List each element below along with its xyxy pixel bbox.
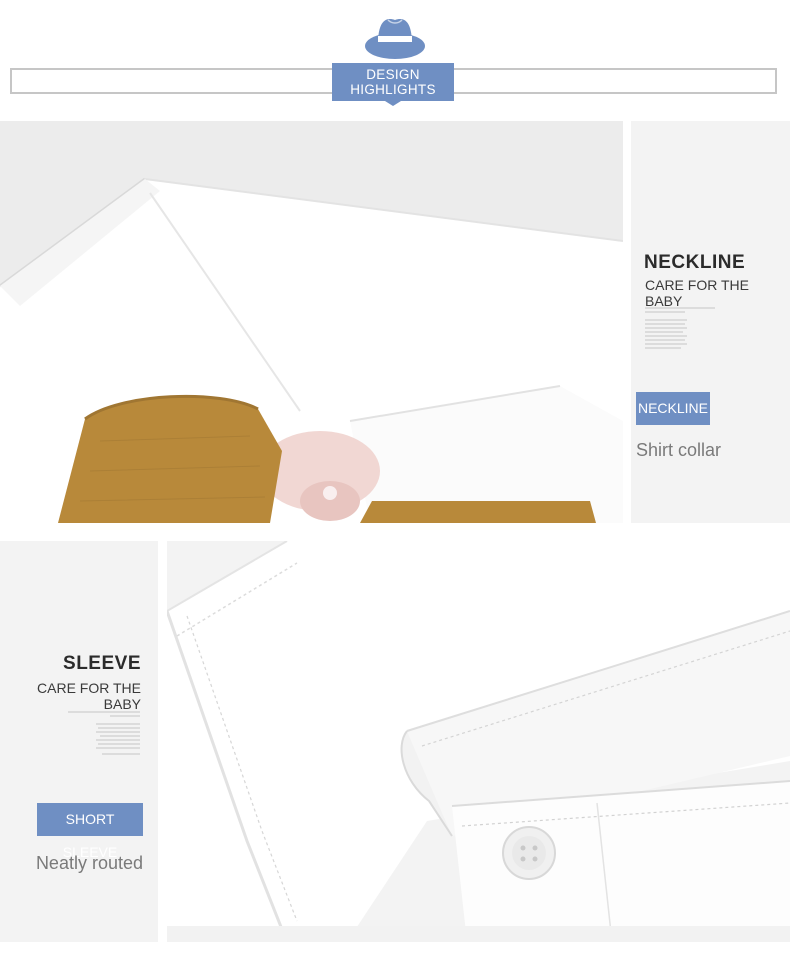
sleeve-illustration xyxy=(167,541,790,942)
neckline-subtitle: CARE FOR THE BABY xyxy=(645,277,749,309)
sleeve-tag: SHORT SLEEVE xyxy=(37,803,143,860)
neckline-title: NECKLINE xyxy=(644,252,746,273)
badge-line-1: DESIGN xyxy=(366,67,420,82)
sleeve-subtitle: CARE FOR THE BABY xyxy=(37,680,141,712)
sleeve-fine-print xyxy=(68,711,140,755)
neckline-photo xyxy=(0,121,623,523)
badge-notch xyxy=(385,101,401,106)
sleeve-description: Neatly routed xyxy=(35,853,143,873)
sleeve-photo xyxy=(167,541,790,942)
hat-icon xyxy=(365,19,425,59)
neckline-fine-print xyxy=(645,307,715,349)
sleeve-title: SLEEVE xyxy=(63,653,141,674)
neckline-tag: NECKLINE xyxy=(636,392,710,425)
design-highlights-badge: DESIGN HIGHLIGHTS xyxy=(332,63,454,101)
neckline-illustration xyxy=(0,121,623,523)
neckline-description: Shirt collar xyxy=(636,440,722,460)
badge-line-2: HIGHLIGHTS xyxy=(350,82,436,97)
